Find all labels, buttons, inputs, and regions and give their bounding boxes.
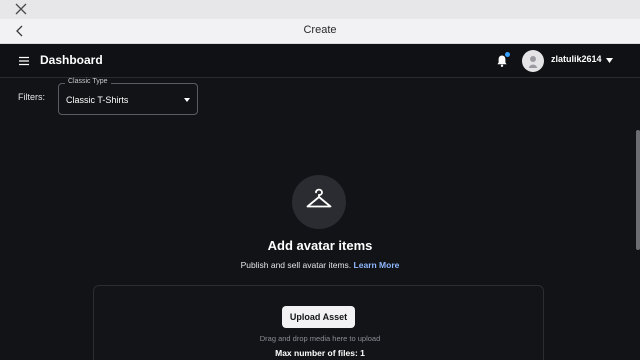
- page-title: Create: [303, 24, 337, 36]
- learn-more-link[interactable]: Learn More: [354, 260, 400, 270]
- close-icon[interactable]: [13, 1, 29, 17]
- scrollbar[interactable]: [636, 130, 640, 250]
- notification-badge: [505, 52, 510, 57]
- avatar[interactable]: [522, 50, 544, 72]
- max-files-label: Max number of files: 1: [275, 348, 365, 358]
- navigation-bar: Create: [0, 19, 640, 44]
- hanger-icon: [306, 188, 332, 208]
- description-text: Publish and sell avatar items.: [240, 260, 352, 270]
- filters-label: Filters:: [18, 92, 45, 102]
- dashboard-title[interactable]: Dashboard: [40, 53, 103, 67]
- hamburger-menu-icon[interactable]: [18, 55, 30, 67]
- window-titlebar: [0, 0, 640, 19]
- username[interactable]: zlatulik2614: [551, 54, 602, 64]
- caret-down-icon[interactable]: [606, 58, 613, 63]
- select-value: Classic T-Shirts: [66, 95, 129, 105]
- app-header: Dashboard zlatulik2614: [0, 44, 640, 78]
- empty-state-icon-container: [292, 175, 346, 229]
- upload-asset-button[interactable]: Upload Asset: [282, 306, 355, 328]
- caret-down-icon: [184, 98, 190, 102]
- classic-type-select[interactable]: Classic Type Classic T-Shirts: [58, 78, 198, 115]
- empty-state-description: Publish and sell avatar items. Learn Mor…: [0, 260, 640, 270]
- empty-state-title: Add avatar items: [267, 238, 373, 253]
- drag-drop-hint: Drag and drop media here to upload: [259, 334, 381, 343]
- user-avatar-icon: [529, 56, 537, 68]
- select-legend: Classic Type: [65, 78, 111, 85]
